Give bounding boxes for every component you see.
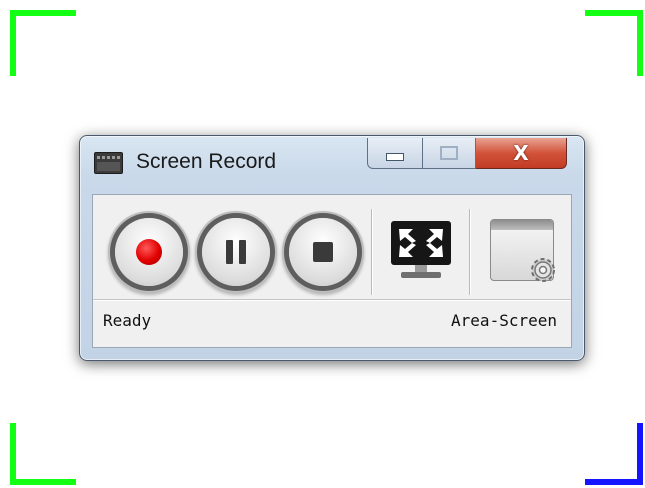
fullscreen-button[interactable] <box>389 221 453 281</box>
toolbar-separator <box>371 209 373 295</box>
stop-icon <box>313 242 333 262</box>
capture-mode-text: Area-Screen <box>451 311 557 330</box>
status-text: Ready <box>103 311 152 330</box>
stop-button[interactable] <box>289 218 357 286</box>
pause-icon <box>226 240 246 264</box>
minimize-button[interactable] <box>367 138 423 169</box>
screen-record-window: Screen Record X Ready Area-Screen <box>79 135 585 361</box>
settings-button[interactable] <box>490 219 555 282</box>
fullscreen-monitor-icon <box>391 221 451 265</box>
close-button[interactable]: X <box>476 138 567 169</box>
window-title: Screen Record <box>136 150 277 173</box>
record-button[interactable] <box>115 218 183 286</box>
minimize-icon <box>386 153 404 161</box>
close-icon: X <box>513 141 529 165</box>
record-icon <box>136 239 162 265</box>
capture-corner-top-right <box>585 10 643 76</box>
capture-corner-top-left <box>10 10 76 76</box>
settings-gear-icon <box>531 258 555 282</box>
maximize-button[interactable] <box>423 138 476 169</box>
capture-corner-bottom-right <box>585 423 643 485</box>
status-separator <box>93 299 571 301</box>
toolbar <box>93 195 571 299</box>
maximize-icon <box>440 146 458 160</box>
client-area: Ready Area-Screen <box>92 194 572 348</box>
toolbar-separator <box>469 209 471 295</box>
caption-buttons: X <box>367 138 567 172</box>
capture-corner-bottom-left <box>10 423 76 485</box>
clapperboard-icon <box>94 152 123 174</box>
pause-button[interactable] <box>202 218 270 286</box>
title-bar[interactable]: Screen Record X <box>80 136 584 190</box>
